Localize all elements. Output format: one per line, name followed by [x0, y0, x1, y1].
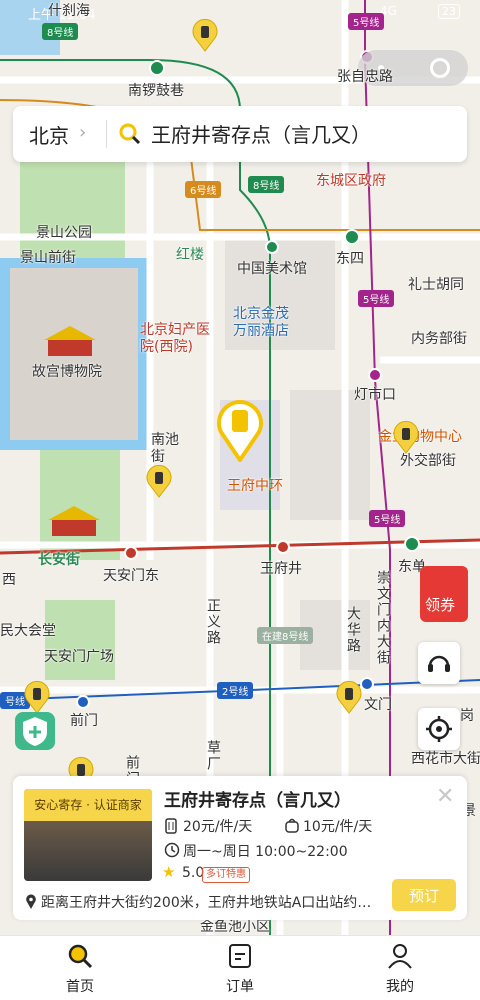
map-label: 文门	[364, 697, 392, 713]
storage-pin[interactable]	[393, 420, 419, 454]
map-label: 灯市口	[354, 387, 396, 403]
map-label: 景山前街	[20, 250, 76, 266]
line-badge: 在建8号线	[257, 627, 314, 644]
shield-icon	[23, 717, 47, 746]
price-small: 10元/件/天	[303, 819, 373, 835]
headset-icon	[428, 655, 450, 672]
map-label: 金鱼购物中心	[378, 429, 462, 445]
map-label: 天安门广场	[44, 649, 114, 665]
tab-orders[interactable]: 订单	[180, 936, 300, 1000]
bottom-tab-bar: 首页 订单 我的	[0, 935, 480, 1000]
line-badge: 8号线	[42, 23, 79, 40]
map-label: 天安门东	[103, 568, 159, 584]
price-large: 20元/件/天	[183, 819, 253, 835]
book-button[interactable]: 预订	[392, 879, 456, 911]
map-label: 中国美术馆	[237, 261, 307, 277]
map-label: 内务部街	[411, 331, 467, 347]
storage-pin[interactable]	[192, 18, 218, 52]
coupon-label: 领券	[425, 596, 456, 614]
map-label: 景山公园	[36, 225, 92, 241]
divider	[106, 120, 107, 148]
search-icon	[68, 944, 93, 969]
storage-address: 距离王府井大街约200米，王府井地铁站A口出站约…	[41, 895, 372, 911]
profile-icon	[388, 944, 412, 969]
clock-icon	[164, 842, 180, 858]
map-label: 王府井	[260, 561, 302, 577]
map-label: 礼士胡同	[408, 277, 464, 293]
map-label: 草厂	[205, 740, 221, 772]
tab-label: 我的	[386, 979, 414, 995]
close-miniprogram-icon[interactable]	[430, 58, 450, 78]
storage-pin[interactable]	[336, 680, 362, 714]
map-label: 前门	[70, 713, 98, 729]
map-label: 西	[2, 572, 16, 588]
map-label: 南锣鼓巷	[128, 83, 184, 99]
map-label: 什刹海	[48, 3, 90, 19]
storage-pin[interactable]	[24, 680, 50, 714]
map-label: 大华路	[345, 606, 361, 654]
map-label: 岗	[460, 708, 474, 724]
map-label: 西花市大街	[411, 751, 480, 767]
map-label: 张自忠路	[337, 69, 393, 85]
battery-level: 23	[438, 4, 460, 19]
map-label: 北京金茂 万丽酒店	[233, 306, 289, 339]
luggage-small-icon	[285, 818, 299, 833]
storage-pin[interactable]	[146, 464, 172, 498]
search-bar[interactable]: 北京 › 王府井寄存点（言几又）	[13, 106, 467, 162]
locate-button[interactable]	[418, 708, 460, 750]
star-icon: ★	[162, 863, 176, 881]
storage-photo: 安心寄存 · 认证商家	[24, 789, 152, 881]
customer-service-button[interactable]	[418, 642, 460, 684]
line-badge: 8号线	[248, 176, 285, 193]
selected-storage-pin[interactable]	[216, 396, 264, 462]
map-label: 红楼	[176, 247, 204, 263]
rating-value: 5.0	[182, 865, 205, 881]
search-input[interactable]: 王府井寄存点（言几又）	[151, 119, 371, 148]
map-label: 正义路	[205, 598, 221, 646]
location-icon	[26, 894, 36, 909]
map-label: 长安街	[38, 552, 80, 568]
order-icon	[229, 944, 251, 968]
map-label: 东四	[336, 251, 364, 267]
map-label: 南池 街	[151, 432, 179, 465]
map-label: 民大会堂	[0, 623, 56, 639]
line-badge: 5号线	[369, 510, 406, 527]
map-label: 崇文门内大街	[375, 570, 391, 666]
luggage-large-icon	[165, 818, 177, 834]
line-badge: 2号线	[217, 682, 254, 699]
map-label: 北京妇产医 院(西院)	[140, 322, 210, 355]
map-label: 东城区政府	[316, 173, 386, 189]
line-badge: 6号线	[185, 181, 222, 198]
tab-profile[interactable]: 我的	[340, 936, 460, 1000]
tab-home[interactable]: 首页	[20, 936, 140, 1000]
storage-info-card[interactable]: 安心寄存 · 认证商家 王府井寄存点（言几又） ✕ 20元/件/天 10元/件/…	[13, 776, 467, 920]
park-jingshan	[20, 150, 125, 260]
park-square	[45, 600, 115, 680]
safety-shield-button[interactable]	[15, 712, 55, 750]
discount-badge: 多订特惠	[202, 867, 250, 883]
opening-hours: 周一~周日 10:00~22:00	[183, 844, 348, 860]
chevron-right-icon: ›	[79, 122, 87, 143]
map-label: 王府中环	[227, 478, 283, 494]
line-badge: 5号线	[358, 290, 395, 307]
coupon-button[interactable]: 领券	[420, 566, 468, 622]
city-selector[interactable]: 北京	[29, 120, 69, 149]
locate-icon	[426, 716, 452, 742]
storage-title: 王府井寄存点（言几又）	[164, 791, 351, 811]
search-icon	[119, 123, 141, 145]
close-icon[interactable]: ✕	[436, 784, 454, 809]
line-badge: 5号线	[348, 13, 385, 30]
tab-label: 首页	[66, 979, 94, 995]
certified-tag: 安心寄存 · 认证商家	[24, 789, 152, 821]
map-label: 故宫博物院	[32, 364, 102, 380]
tab-label: 订单	[226, 979, 254, 995]
